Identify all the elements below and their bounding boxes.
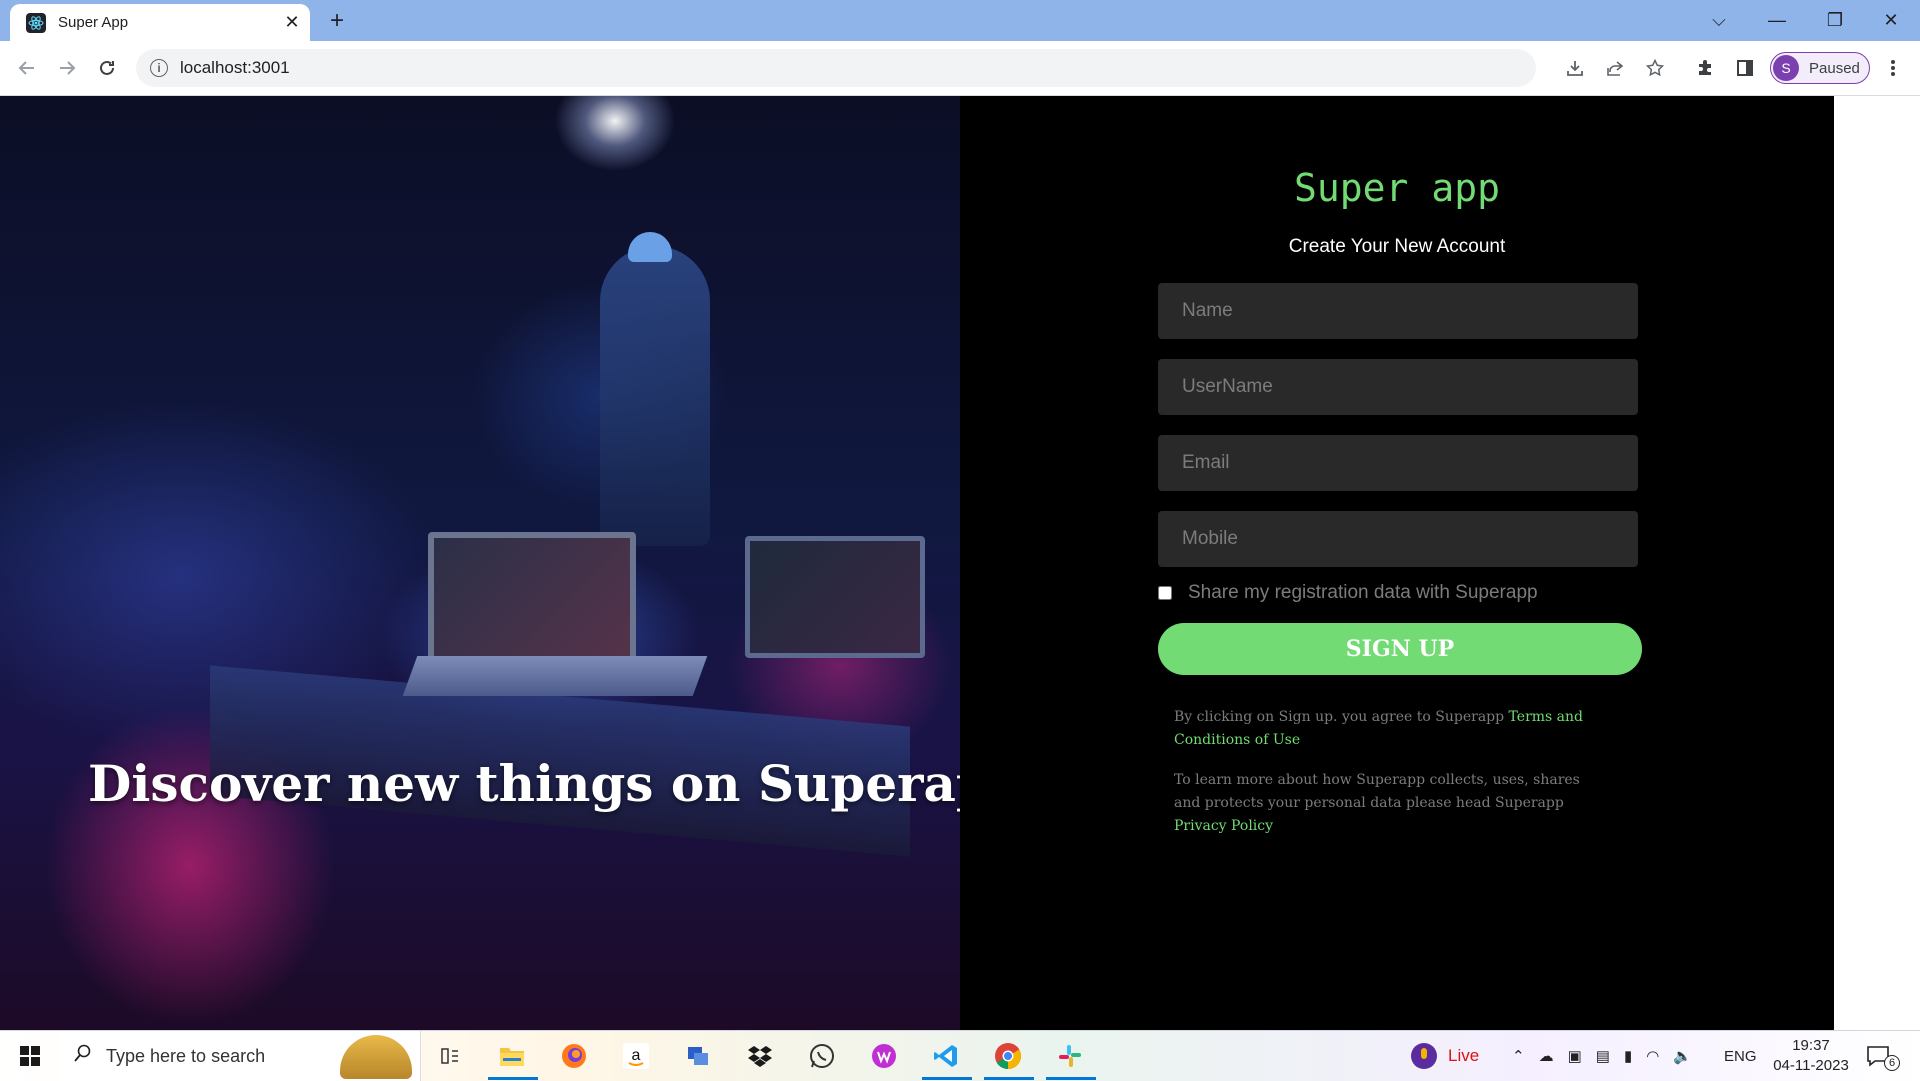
tab-title: Super App bbox=[58, 14, 129, 31]
performer-cap bbox=[628, 232, 672, 262]
browser-tab[interactable]: Super App ✕ bbox=[10, 4, 310, 41]
side-panel-icon[interactable] bbox=[1728, 51, 1762, 85]
reload-icon[interactable] bbox=[92, 53, 122, 83]
clock-time: 19:37 bbox=[1792, 1037, 1830, 1054]
windows-start-icon[interactable] bbox=[0, 1031, 60, 1081]
signup-button[interactable]: SIGN UP bbox=[1158, 623, 1642, 675]
meet-now-icon[interactable]: ▣ bbox=[1568, 1047, 1582, 1065]
language-indicator[interactable]: ENG bbox=[1724, 1031, 1757, 1081]
share-data-row: Share my registration data with Superapp bbox=[1158, 582, 1538, 604]
new-tab-button[interactable]: + bbox=[322, 6, 352, 36]
volume-icon[interactable]: 🔈 bbox=[1673, 1047, 1692, 1065]
performer-silhouette bbox=[600, 246, 710, 546]
clock-date: 04-11-2023 bbox=[1773, 1057, 1849, 1074]
wps-office-icon[interactable] bbox=[866, 1038, 902, 1074]
whatsapp-icon[interactable] bbox=[804, 1038, 840, 1074]
clock[interactable]: 19:37 04-11-2023 bbox=[1766, 1031, 1856, 1081]
privacy-notice: To learn more about how Superapp collect… bbox=[1174, 769, 1594, 838]
tab-search-dropdown-icon[interactable]: ⌵ bbox=[1690, 0, 1748, 41]
profile-avatar: S bbox=[1773, 55, 1799, 81]
site-info-icon[interactable]: i bbox=[150, 59, 168, 77]
search-highlight-image bbox=[340, 1035, 412, 1079]
onedrive-icon[interactable]: ☁ bbox=[1539, 1047, 1554, 1065]
display-icon[interactable]: ▤ bbox=[1596, 1047, 1610, 1065]
dropbox-icon[interactable] bbox=[742, 1038, 778, 1074]
firefox-icon[interactable] bbox=[556, 1038, 592, 1074]
live-widget[interactable]: Live bbox=[1410, 1031, 1479, 1081]
terms-text: By clicking on Sign up. you agree to Sup… bbox=[1174, 709, 1509, 725]
task-view-icon[interactable] bbox=[432, 1038, 468, 1074]
browser-tab-bar: Super App ✕ + ⌵ — ❐ ✕ bbox=[0, 0, 1920, 41]
svg-text:a: a bbox=[632, 1047, 641, 1064]
battery-icon[interactable]: ▮ bbox=[1624, 1047, 1632, 1065]
share-icon[interactable] bbox=[1598, 51, 1632, 85]
address-url: localhost:3001 bbox=[180, 58, 290, 77]
minimize-button[interactable]: — bbox=[1748, 0, 1806, 41]
page-margin bbox=[1834, 96, 1920, 1030]
signup-panel: Super app Create Your New Account Share … bbox=[960, 96, 1834, 1030]
restore-button[interactable]: ❐ bbox=[1806, 0, 1864, 41]
second-laptop-screen bbox=[745, 536, 925, 658]
brand-title: Super app bbox=[1294, 166, 1500, 210]
back-arrow-icon[interactable] bbox=[12, 53, 42, 83]
privacy-link[interactable]: Privacy Policy bbox=[1174, 818, 1273, 834]
name-input[interactable] bbox=[1158, 283, 1638, 339]
terms-notice: By clicking on Sign up. you agree to Sup… bbox=[1174, 706, 1594, 752]
profile-status: Paused bbox=[1809, 59, 1860, 77]
share-data-checkbox[interactable] bbox=[1158, 586, 1172, 600]
profile-button[interactable]: S Paused bbox=[1770, 52, 1870, 84]
react-favicon-icon bbox=[26, 12, 46, 33]
share-data-label[interactable]: Share my registration data with Superapp bbox=[1188, 582, 1538, 604]
bookmark-star-icon[interactable] bbox=[1638, 51, 1672, 85]
username-input[interactable] bbox=[1158, 359, 1638, 415]
close-window-button[interactable]: ✕ bbox=[1862, 0, 1920, 41]
mobile-input[interactable] bbox=[1158, 511, 1638, 567]
windows-taskbar: Type here to search a Live ⌃ ☁ ▣ ▤ ▮ ◠ 🔈… bbox=[0, 1030, 1920, 1081]
hero-caption: Discover new things on Superapp bbox=[88, 754, 960, 813]
form-subtitle: Create Your New Account bbox=[1288, 236, 1506, 257]
notification-center-icon[interactable]: 6 bbox=[1866, 1031, 1900, 1081]
search-placeholder: Type here to search bbox=[106, 1045, 266, 1066]
vscode-icon[interactable] bbox=[928, 1038, 964, 1074]
wifi-icon[interactable]: ◠ bbox=[1646, 1047, 1659, 1065]
amazon-icon[interactable]: a bbox=[618, 1038, 654, 1074]
live-mic-icon bbox=[1411, 1043, 1437, 1069]
email-input[interactable] bbox=[1158, 435, 1638, 491]
tab-close-icon[interactable]: ✕ bbox=[280, 12, 304, 33]
notification-count-badge: 6 bbox=[1884, 1055, 1900, 1071]
laptop-screen bbox=[428, 532, 636, 664]
search-icon bbox=[74, 1044, 92, 1068]
privacy-text: To learn more about how Superapp collect… bbox=[1174, 772, 1580, 811]
slack-icon[interactable] bbox=[1052, 1038, 1088, 1074]
chrome-icon[interactable] bbox=[990, 1038, 1026, 1074]
extensions-puzzle-icon[interactable] bbox=[1688, 51, 1722, 85]
install-app-icon[interactable] bbox=[1558, 51, 1592, 85]
address-bar[interactable]: i localhost:3001 bbox=[136, 49, 1536, 87]
page-content: Discover new things on Superapp Super ap… bbox=[0, 96, 1920, 1030]
file-explorer-icon[interactable] bbox=[494, 1038, 530, 1074]
laptop-base bbox=[402, 656, 708, 696]
browser-toolbar: i localhost:3001 S Paused bbox=[0, 41, 1920, 96]
system-tray-icons: ⌃ ☁ ▣ ▤ ▮ ◠ 🔈 bbox=[1512, 1031, 1692, 1081]
forward-arrow-icon[interactable] bbox=[52, 53, 82, 83]
hero-image: Discover new things on Superapp bbox=[0, 96, 960, 1030]
taskbar-search[interactable]: Type here to search bbox=[60, 1031, 421, 1081]
network-app-icon[interactable] bbox=[680, 1038, 716, 1074]
show-hidden-icons-icon[interactable]: ⌃ bbox=[1512, 1047, 1525, 1065]
live-label: Live bbox=[1448, 1046, 1480, 1065]
kebab-menu-icon[interactable] bbox=[1876, 51, 1910, 85]
